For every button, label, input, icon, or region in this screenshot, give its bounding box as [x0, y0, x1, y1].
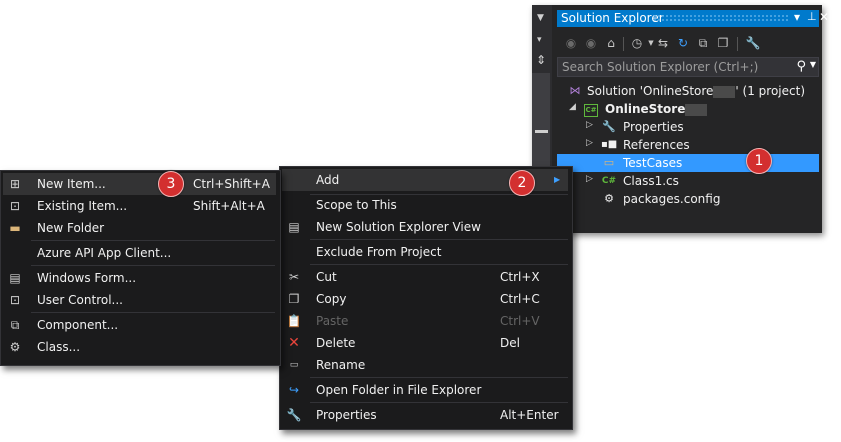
menu-item-existing-item[interactable]: ⊡ Existing Item... Shift+Alt+A — [3, 195, 276, 217]
menu-item-user-control[interactable]: ⊡ User Control... — [3, 289, 276, 311]
chevron-down-icon[interactable]: ▾ — [537, 35, 542, 45]
show-all-files-icon[interactable]: ❐ — [715, 35, 731, 51]
search-icon[interactable]: ⚲ — [796, 59, 806, 74]
solution-icon: ⋈ — [569, 84, 581, 97]
rename-icon: ▭ — [289, 360, 299, 370]
user-control-icon: ⊡ — [9, 293, 21, 307]
delete-icon: ✕ — [288, 335, 300, 351]
tree-item-project[interactable]: ◢ C# OnlineStore — [557, 100, 819, 118]
sync-icon[interactable]: ⇆ — [655, 35, 671, 51]
menu-item-properties[interactable]: 🔧 Properties Alt+Enter — [282, 404, 568, 426]
config-file-icon: ⚙ — [604, 192, 614, 205]
collapsed-arrow-icon[interactable]: ▷ — [586, 174, 593, 184]
new-view-icon: ▤ — [288, 220, 300, 234]
component-icon: ⧉ — [10, 318, 20, 332]
open-folder-arrow-icon: ↪ — [288, 383, 300, 397]
windows-form-icon: ▤ — [9, 271, 21, 285]
step-badge-1: 1 — [746, 148, 772, 174]
panel-toolbar: ◉ ◉ ⌂ ◷ ▼ ⇆ ↻ ⧉ ❐ 🔧 — [557, 31, 819, 57]
step-badge-2: 2 — [509, 170, 535, 196]
collapsed-arrow-icon[interactable]: ▷ — [586, 120, 593, 130]
tree-item-testcases[interactable]: ▭ TestCases — [557, 154, 819, 172]
panel-title-bar: Solution Explorer ▾ ⊥ ✕ — [557, 10, 829, 27]
menu-item-new-folder[interactable]: ▬ New Folder — [3, 217, 276, 239]
menu-item-new-solution-explorer-view[interactable]: ▤ New Solution Explorer View — [282, 216, 568, 238]
context-menu: Add ▶ Scope to This ▤ New Solution Explo… — [279, 166, 573, 430]
class-icon: ⚙ — [9, 340, 21, 354]
split-icon[interactable]: ⇕ — [536, 53, 546, 67]
tree-item-packages-config[interactable]: ⚙ packages.config — [557, 190, 819, 208]
folder-icon: ▭ — [603, 156, 615, 169]
menu-item-open-folder[interactable]: ↪ Open Folder in File Explorer — [282, 379, 568, 401]
search-input[interactable]: Search Solution Explorer (Ctrl+;) — [562, 60, 758, 74]
tree-item-class1[interactable]: ▷ C# Class1.cs — [557, 172, 819, 190]
collapse-all-icon[interactable]: ⧉ — [695, 35, 711, 51]
add-submenu: ⊞ New Item... Ctrl+Shift+A ⊡ Existing It… — [0, 170, 281, 366]
csharp-file-icon: C# — [601, 176, 617, 186]
tree-item-references[interactable]: ▷ ▪■ References — [557, 136, 819, 154]
scrollbar[interactable] — [532, 73, 550, 173]
collapsed-arrow-icon[interactable]: ▷ — [586, 138, 593, 148]
menu-item-copy[interactable]: ❐ Copy Ctrl+C — [282, 288, 568, 310]
copy-icon: ❐ — [288, 292, 300, 306]
new-item-icon: ⊞ — [9, 177, 21, 191]
paste-icon: 📋 — [286, 314, 302, 328]
existing-item-icon: ⊡ — [9, 199, 21, 213]
menu-item-scope-to-this[interactable]: Scope to This — [282, 194, 568, 216]
menu-item-component[interactable]: ⧉ Component... — [3, 314, 276, 336]
scissors-icon: ✂ — [288, 270, 300, 284]
drag-grip[interactable] — [653, 14, 788, 22]
step-badge-3: 3 — [158, 171, 184, 197]
wrench-icon: 🔧 — [602, 120, 616, 133]
pin-icon[interactable]: ⊥ — [807, 10, 817, 23]
close-icon[interactable]: ✕ — [819, 10, 829, 24]
wrench-icon: 🔧 — [286, 408, 302, 422]
menu-item-azure-api-app-client[interactable]: Azure API App Client... — [3, 242, 276, 264]
menu-item-cut[interactable]: ✂ Cut Ctrl+X — [282, 266, 568, 288]
submenu-arrow-icon: ▶ — [554, 175, 561, 184]
tree-item-properties[interactable]: ▷ 🔧 Properties — [557, 118, 819, 136]
search-box[interactable]: Search Solution Explorer (Ctrl+;) ⚲ ▼ — [557, 57, 819, 77]
chevron-down-icon[interactable]: ▼ — [810, 60, 816, 69]
chevron-down-icon[interactable]: ▼ — [537, 13, 544, 23]
references-icon: ▪■ — [601, 139, 618, 150]
back-icon[interactable]: ◉ — [563, 35, 579, 51]
menu-item-paste: 📋 Paste Ctrl+V — [286, 314, 540, 328]
solution-explorer-panel: ▼ ▾ ⇕ Solution Explorer ▾ ⊥ ✕ ◉ ◉ ⌂ ◷ ▼ … — [532, 5, 829, 233]
menu-item-class[interactable]: ⚙ Class... — [3, 336, 276, 358]
refresh-icon[interactable]: ↻ — [675, 35, 691, 51]
new-folder-icon: ▬ — [9, 221, 21, 235]
forward-icon[interactable]: ◉ — [583, 35, 599, 51]
menu-item-windows-form[interactable]: ▤ Windows Form... — [3, 267, 276, 289]
window-position-icon[interactable]: ▾ — [794, 10, 800, 24]
panel-title: Solution Explorer — [561, 11, 664, 25]
tree-item-solution[interactable]: ⋈ Solution 'OnlineStore ' (1 project) — [557, 82, 819, 100]
menu-item-delete[interactable]: ✕ Delete Del — [282, 332, 568, 354]
wrench-icon[interactable]: 🔧 — [745, 35, 761, 51]
home-icon[interactable]: ⌂ — [603, 35, 619, 51]
menu-item-new-item[interactable]: ⊞ New Item... Ctrl+Shift+A — [3, 173, 276, 195]
scrollbar-thumb[interactable] — [535, 130, 548, 133]
csharp-project-icon: C# — [583, 101, 599, 117]
menu-item-rename[interactable]: ▭ Rename — [282, 354, 568, 376]
menu-item-exclude-from-project[interactable]: Exclude From Project — [282, 241, 568, 263]
expanded-arrow-icon[interactable]: ◢ — [569, 102, 576, 112]
